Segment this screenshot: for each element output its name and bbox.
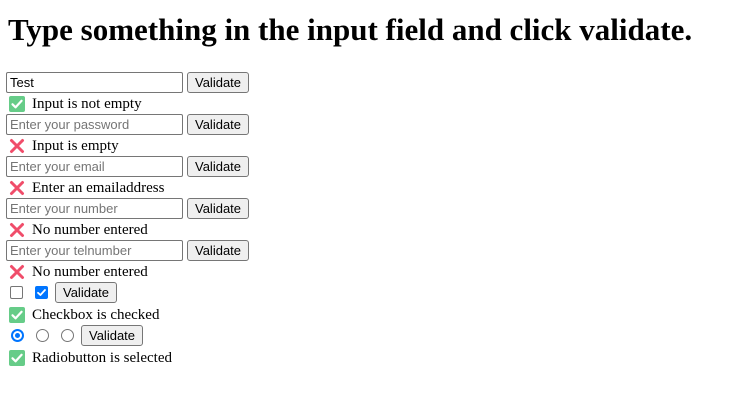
radio-2[interactable] [36,328,49,342]
cross-mark-icon [9,180,25,196]
radio-3[interactable] [61,328,74,342]
radio-1[interactable] [11,328,24,342]
number-input[interactable] [6,197,183,219]
validate-text-button[interactable]: Validate [187,71,250,93]
checkbox-validation-message: Checkbox is checked [9,306,159,324]
validate-checkbox-button[interactable]: Validate [55,281,118,303]
validate-radio-button[interactable]: Validate [81,324,144,346]
check-mark-icon [9,307,25,323]
text-field-row: Validate [6,71,250,93]
checkbox-1[interactable] [10,285,23,299]
tel-input[interactable] [6,239,183,261]
cross-mark-icon [9,138,25,154]
radio-message-label: Radiobutton is selected [32,349,172,366]
password-input[interactable] [6,113,183,135]
checkbox-message-label: Checkbox is checked [32,306,160,323]
checkmark-icon [37,288,46,296]
email-message-label: Enter an emailaddress [32,179,165,196]
checkbox-row: Validate [6,281,118,303]
email-field-row: Validate [6,155,250,177]
validate-number-button[interactable]: Validate [187,197,250,219]
validate-tel-button[interactable]: Validate [187,239,250,261]
password-validation-message: Input is empty [9,137,119,155]
checkbox-2[interactable] [35,285,48,299]
email-validation-message: Enter an emailaddress [9,179,164,197]
number-validation-message: No number entered [9,221,148,239]
page-title: Type something in the input field and cl… [8,12,693,47]
text-message-label: Input is not empty [32,95,142,112]
validate-password-button[interactable]: Validate [187,113,250,135]
email-input[interactable] [6,155,183,177]
validate-email-button[interactable]: Validate [187,155,250,177]
radio-row: Validate [6,324,144,346]
radio-validation-message: Radiobutton is selected [9,349,172,367]
tel-message-label: No number entered [32,263,148,280]
check-mark-icon [9,96,25,112]
check-mark-icon [9,350,25,366]
cross-mark-icon [9,222,25,238]
tel-validation-message: No number entered [9,263,148,281]
text-input[interactable] [6,71,183,93]
text-validation-message: Input is not empty [9,95,142,113]
password-message-label: Input is empty [32,137,119,154]
cross-mark-icon [9,264,25,280]
number-message-label: No number entered [32,221,148,238]
tel-field-row: Validate [6,239,250,261]
number-field-row: Validate [6,197,250,219]
password-field-row: Validate [6,113,250,135]
